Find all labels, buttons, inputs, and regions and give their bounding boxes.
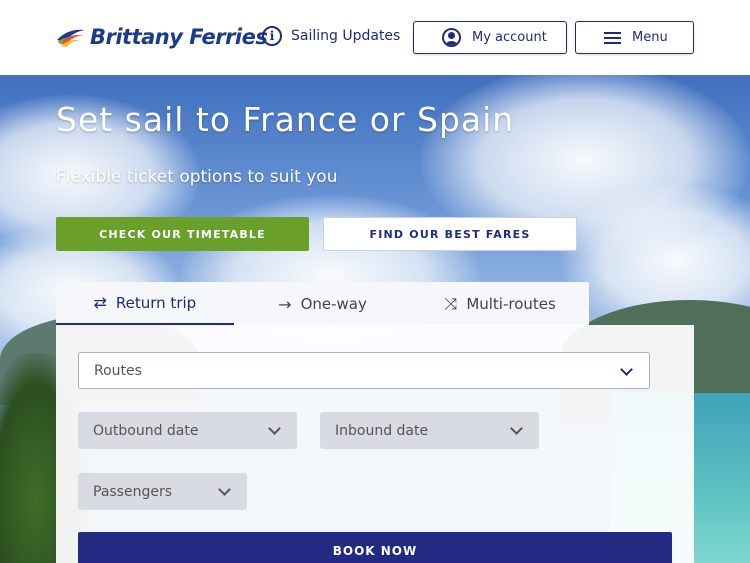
my-account-label: My account — [472, 30, 547, 45]
menu-label: Menu — [632, 30, 668, 45]
passengers-placeholder: Passengers — [93, 483, 173, 500]
hero-banner: Set sail to France or Spain Flexible tic… — [0, 75, 750, 563]
info-icon: i — [262, 26, 282, 46]
tab-label: Multi-routes — [466, 295, 556, 313]
user-icon — [442, 28, 461, 47]
hero-title: Set sail to France or Spain — [56, 100, 515, 139]
logo-mark-icon — [57, 29, 85, 47]
tab-multi-routes[interactable]: ⤨ Multi-routes — [411, 282, 589, 326]
chevron-down-icon — [510, 422, 523, 435]
tab-label: One-way — [300, 295, 367, 313]
multi-route-icon: ⤨ — [444, 294, 458, 313]
sailing-updates-link[interactable]: i Sailing Updates — [262, 26, 400, 46]
chevron-down-icon — [218, 483, 231, 496]
tab-return-trip[interactable]: ⇄ Return trip — [56, 282, 234, 326]
inbound-date-select[interactable]: Inbound date — [320, 412, 539, 449]
hero-subtitle: Flexible ticket options to suit you — [56, 167, 338, 187]
routes-placeholder: Routes — [94, 362, 142, 379]
hamburger-icon — [604, 31, 621, 44]
arrow-right-icon: → — [278, 294, 292, 314]
swap-arrows-icon: ⇄ — [93, 293, 107, 312]
sailing-updates-label: Sailing Updates — [291, 28, 401, 44]
tab-one-way[interactable]: → One-way — [234, 282, 412, 326]
book-now-button[interactable]: BOOK NOW — [78, 532, 672, 563]
brand-name: Brittany Ferries — [90, 25, 268, 49]
site-header: Brittany Ferries i Sailing Updates My ac… — [0, 0, 750, 75]
check-timetable-button[interactable]: CHECK OUR TIMETABLE — [56, 217, 309, 251]
passengers-select[interactable]: Passengers — [78, 473, 247, 510]
brand-logo[interactable]: Brittany Ferries — [56, 22, 268, 52]
outbound-placeholder: Outbound date — [93, 422, 199, 439]
booking-panel: Routes Outbound date Inbound date Passen… — [56, 325, 694, 563]
menu-button[interactable]: Menu — [575, 21, 694, 54]
tab-label: Return trip — [115, 293, 197, 312]
chevron-down-icon — [620, 363, 633, 376]
my-account-button[interactable]: My account — [413, 21, 567, 54]
chevron-down-icon — [268, 422, 281, 435]
routes-select[interactable]: Routes — [78, 352, 650, 389]
inbound-placeholder: Inbound date — [335, 422, 429, 439]
outbound-date-select[interactable]: Outbound date — [78, 412, 297, 449]
trip-type-tabs: ⇄ Return trip → One-way ⤨ Multi-routes — [56, 282, 589, 326]
find-best-fares-button[interactable]: FIND OUR BEST FARES — [323, 217, 577, 251]
